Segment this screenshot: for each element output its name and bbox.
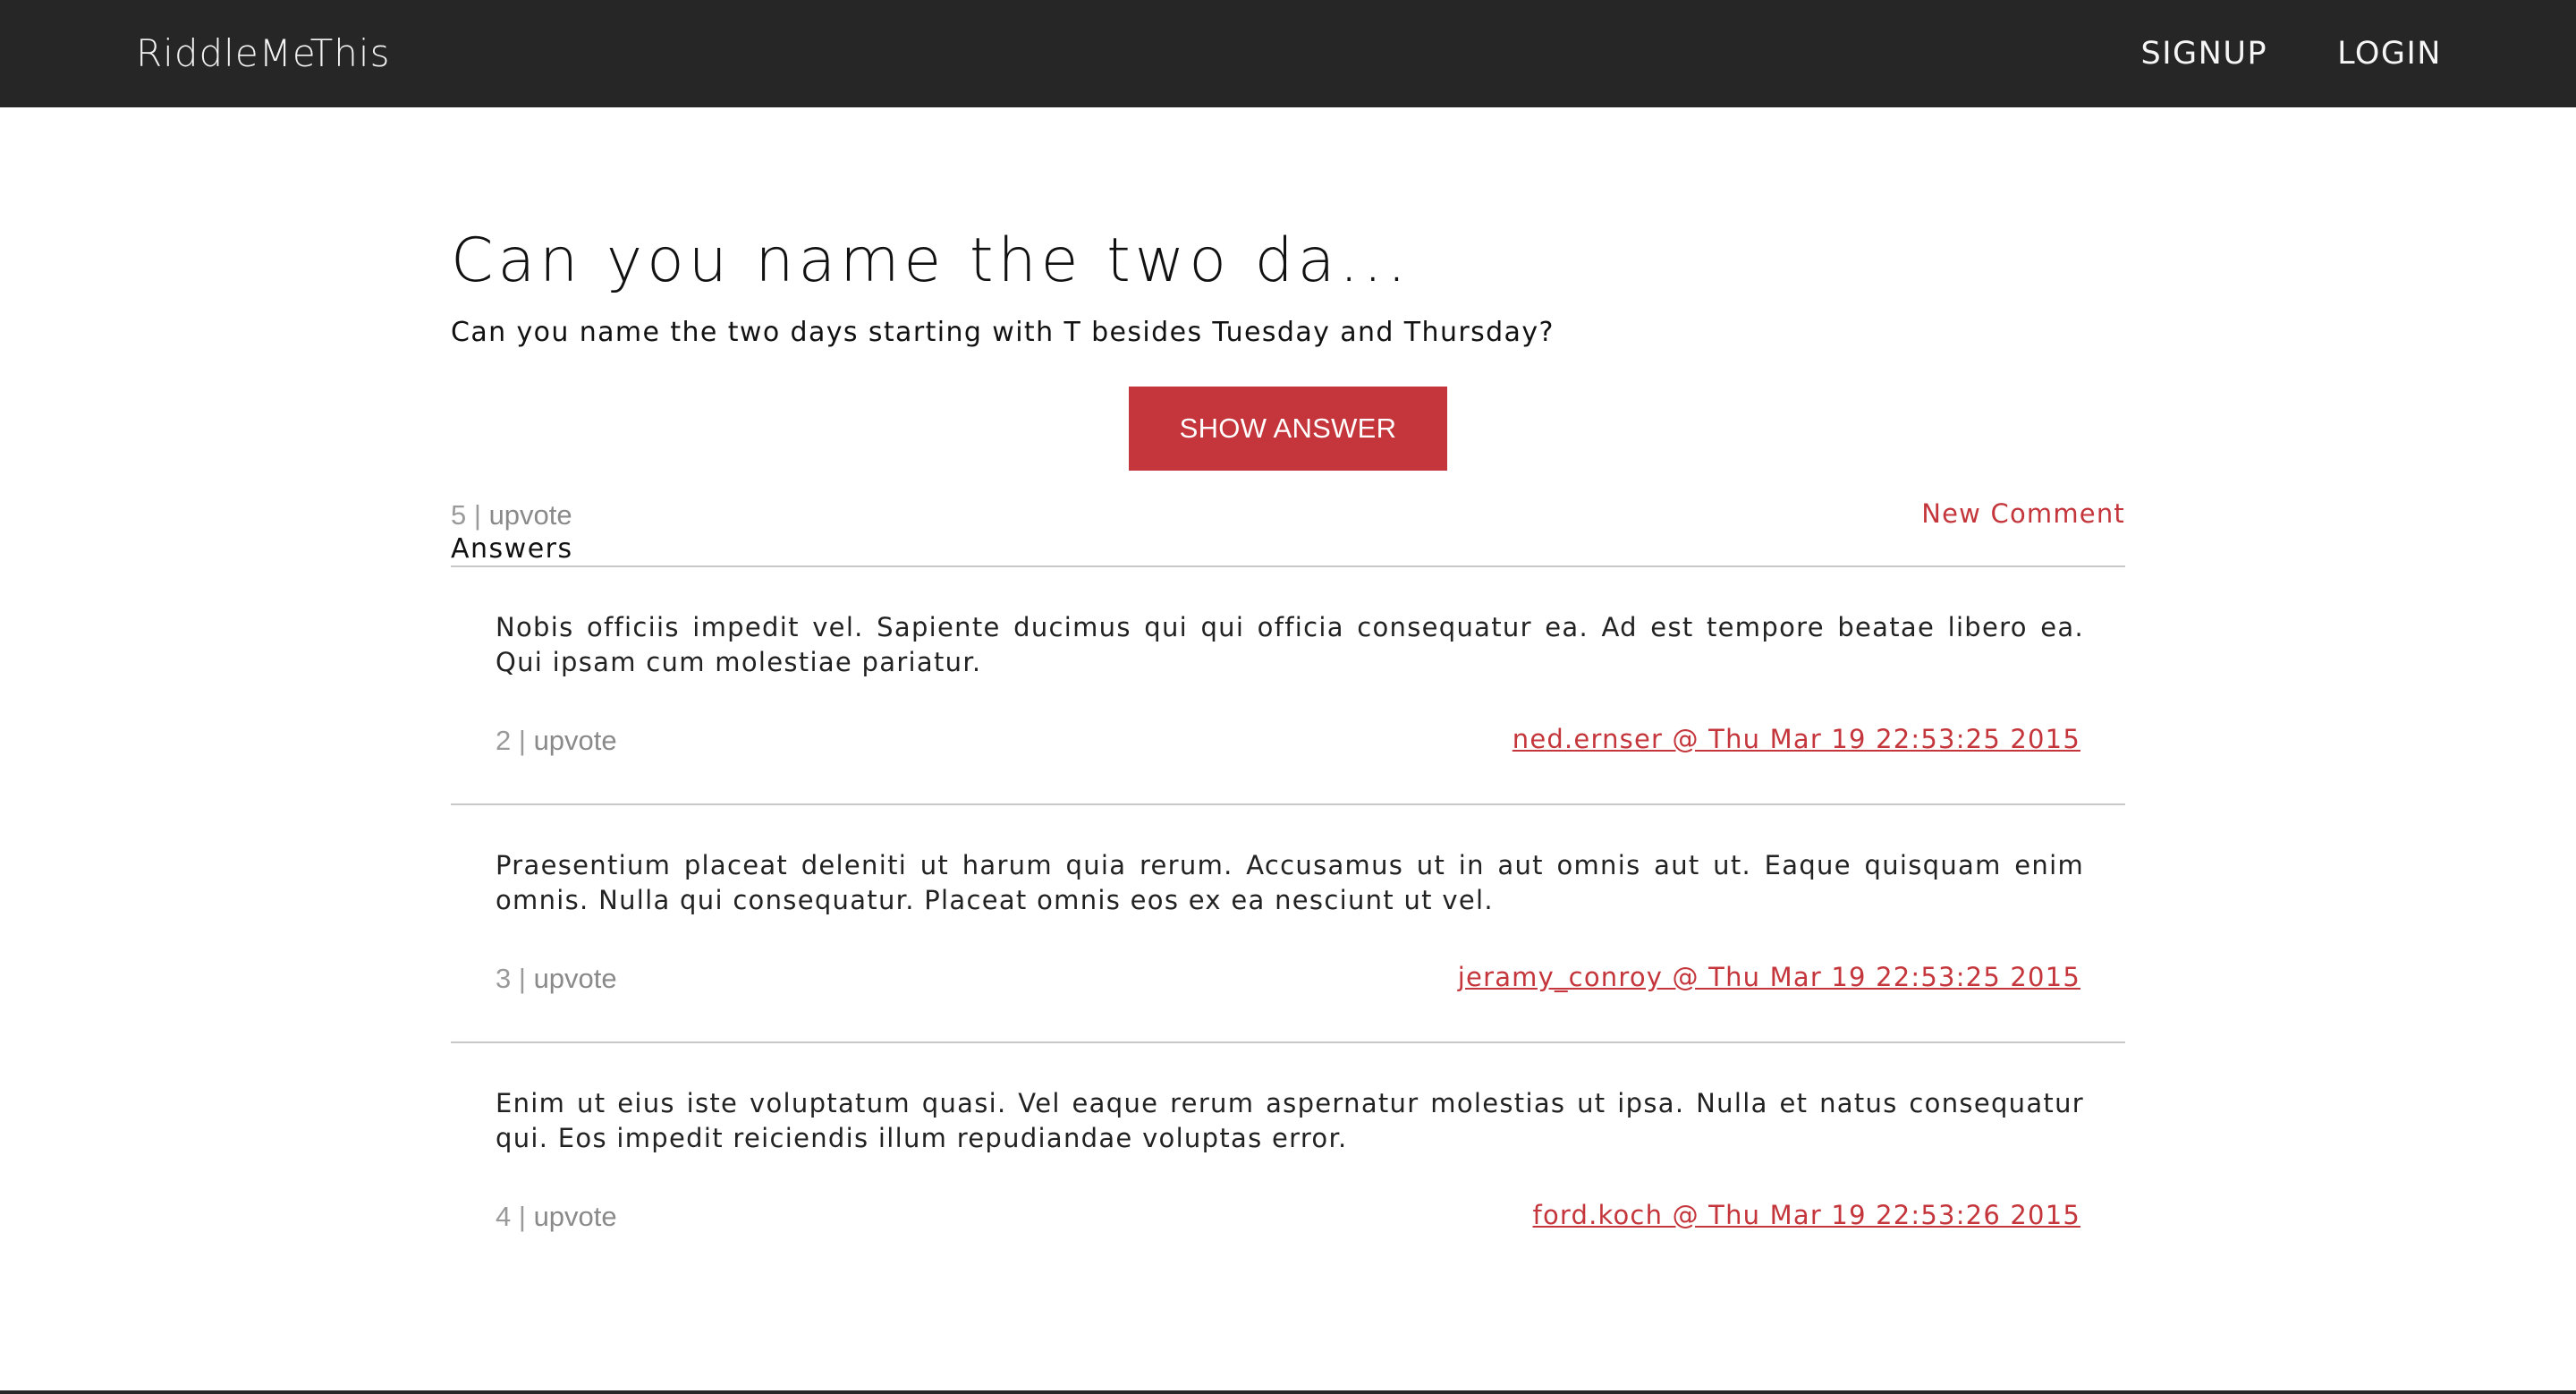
- answer-vote: 2 | upvote: [496, 723, 617, 759]
- signup-link[interactable]: SIGNUP: [2140, 29, 2267, 79]
- answer-text: Enim ut eius iste voluptatum quasi. Vel …: [496, 1088, 2084, 1153]
- answer-vote-count: 2: [496, 725, 512, 756]
- riddle-title: Can you name the two da...: [451, 225, 1411, 296]
- answer-upvote-link[interactable]: upvote: [534, 725, 617, 756]
- riddle-upvote-link[interactable]: upvote: [489, 499, 572, 531]
- answer-item: Praesentium placeat deleniti ut harum qu…: [451, 805, 2125, 1043]
- answer-author-timestamp[interactable]: ford.koch @ Thu Mar 19 22:53:26 2015: [1533, 1197, 2080, 1233]
- answer-vote-count: 3: [496, 963, 512, 994]
- top-navbar: RiddleMeThis SIGNUP LOGIN: [0, 0, 2576, 107]
- riddle-vote-count: 5: [451, 499, 467, 531]
- new-comment-link[interactable]: New Comment: [1921, 496, 2125, 531]
- answer-vote: 4 | upvote: [496, 1199, 617, 1235]
- brand-logo[interactable]: RiddleMeThis: [136, 27, 390, 81]
- show-answer-button[interactable]: SHOW ANSWER: [1129, 387, 1447, 471]
- vote-separator: |: [518, 963, 526, 994]
- answer-upvote-link[interactable]: upvote: [534, 963, 617, 994]
- vote-separator: |: [518, 725, 526, 756]
- login-link[interactable]: LOGIN: [2337, 29, 2442, 79]
- answer-upvote-link[interactable]: upvote: [534, 1201, 617, 1232]
- vote-separator: |: [473, 499, 481, 531]
- answer-item: Nobis officiis impedit vel. Sapiente duc…: [451, 567, 2125, 805]
- page-bottom-edge: [0, 1390, 2576, 1394]
- riddle-vote: 5 | upvote: [451, 497, 572, 533]
- main-nav: SIGNUP LOGIN: [2140, 29, 2442, 79]
- vote-separator: |: [518, 1201, 526, 1232]
- answer-author-timestamp[interactable]: ned.ernser @ Thu Mar 19 22:53:25 2015: [1513, 721, 2080, 757]
- answer-text: Praesentium placeat deleniti ut harum qu…: [496, 850, 2084, 915]
- answers-heading: Answers: [451, 533, 573, 565]
- answer-vote: 3 | upvote: [496, 961, 617, 997]
- riddle-question: Can you name the two days starting with …: [451, 317, 1555, 348]
- answer-item: Enim ut eius iste voluptatum quasi. Vel …: [451, 1043, 2125, 1281]
- answer-vote-count: 4: [496, 1201, 512, 1232]
- answer-author-timestamp[interactable]: jeramy_conroy @ Thu Mar 19 22:53:25 2015: [1458, 959, 2080, 995]
- answer-text: Nobis officiis impedit vel. Sapiente duc…: [496, 612, 2084, 677]
